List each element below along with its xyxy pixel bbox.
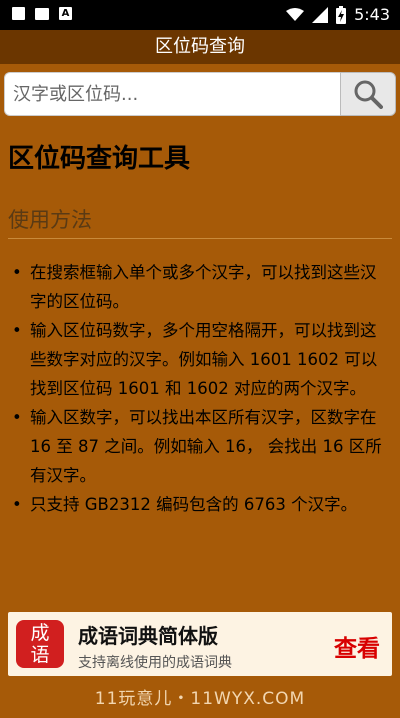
watermark: 11玩意儿・11WYX.COM [94,689,306,709]
wifi-icon [286,7,305,21]
logo-text-top: 成 [30,622,50,644]
list-item: 在搜索框输入单个或多个汉字，可以找到这些汉字的区位码。 [8,258,392,316]
search-button[interactable] [340,72,396,116]
search-row [4,72,396,116]
usage-list: 在搜索框输入单个或多个汉字，可以找到这些汉字的区位码。 输入区位码数字，多个用空… [8,258,392,519]
promo-subtitle: 支持离线使用的成语词典 [78,655,232,671]
status-left: A [12,7,72,20]
signal-icon [312,6,329,23]
status-bar: A 5:43 [0,0,400,30]
promo-banner[interactable]: 成 语 成语词典简体版 支持离线使用的成语词典 查看 [8,612,392,676]
list-item: 只支持 GB2312 编码包含的 6763 个汉字。 [8,490,392,519]
status-right: 5:43 [286,5,390,24]
search-input[interactable] [4,72,340,116]
status-time: 5:43 [354,5,390,24]
view-button[interactable]: 查看 [334,629,380,663]
list-item: 输入区位码数字，多个用空格隔开，可以找到这些数字对应的汉字。例如输入 1601 … [8,316,392,403]
section-title: 使用方法 [8,208,92,232]
section-divider [8,238,392,239]
a-icon: A [59,7,72,20]
promo-title: 成语词典简体版 [78,624,218,648]
list-item: 输入区数字，可以找出本区所有汉字，区数字在 16 至 87 之间。例如输入 16… [8,403,392,490]
book-icon [35,7,49,20]
page-title: 区位码查询工具 [8,144,191,174]
search-icon [354,80,383,109]
app-logo: 成 语 [16,620,64,668]
app-bar-title: 区位码查询 [0,30,400,64]
battery-charging-icon [336,5,347,24]
photo-icon [12,7,25,20]
logo-text-bottom: 语 [30,644,50,666]
